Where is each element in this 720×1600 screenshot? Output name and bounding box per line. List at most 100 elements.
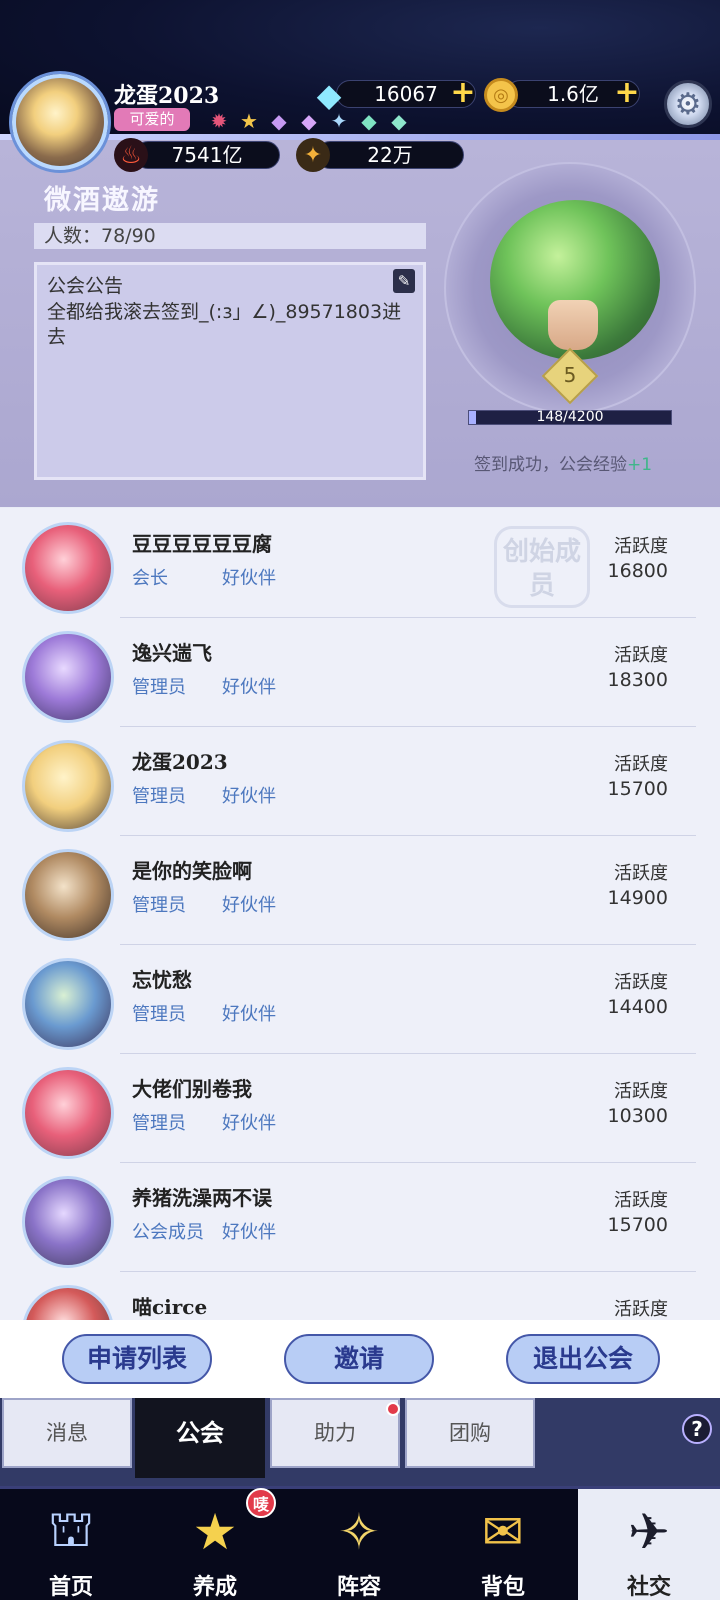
guild-member-count: 人数：78/90 — [34, 223, 426, 249]
activity-value: 15700 — [607, 778, 668, 800]
guild-emblem-stem — [548, 300, 598, 350]
guild-notice-text: 全都给我滚去签到_(:з」∠)_89571803进去 — [47, 301, 402, 348]
member-role: 管理员 — [132, 786, 186, 807]
member-avatar[interactable] — [22, 958, 114, 1050]
member-name: 大佬们别卷我 — [132, 1077, 252, 1101]
guild-notice-box: 公会公告 全都给我滚去签到_(:з」∠)_89571803进去 ✎ — [34, 262, 426, 480]
member-relation: 好伙伴 — [222, 1222, 276, 1243]
member-avatar[interactable] — [22, 740, 114, 832]
quit-guild-button[interactable]: 退出公会 — [506, 1334, 660, 1384]
member-avatar[interactable] — [22, 849, 114, 941]
paper-plane-figure-icon: ✈ — [628, 1503, 670, 1561]
member-name: 忘忧愁 — [132, 968, 192, 992]
member-name: 豆豆豆豆豆豆腐 — [132, 532, 272, 556]
social-subtab-bar: 消息 公会 助力 团购 — [0, 1398, 720, 1486]
member-relation: 好伙伴 — [222, 1113, 276, 1134]
signin-exp-gain: +1 — [627, 455, 653, 475]
settings-gear-icon[interactable]: ⚙ — [664, 80, 712, 128]
player-avatar[interactable] — [12, 74, 108, 170]
red-gem-icon: ✹ — [210, 109, 228, 133]
activity-value: 10300 — [607, 1105, 668, 1127]
guild-exp-text: 148/4200 — [536, 409, 604, 425]
guild-member-list[interactable]: 创始成员 豆豆豆豆豆豆腐 会长 好伙伴 活跃度 16800 逸兴遄飞 管理员 好… — [0, 508, 720, 1320]
nav-lineup-label: 阵容 — [336, 1574, 381, 1600]
achievement-gems: ✹ ★ ◆ ◆ ✦ ◆ ◆ — [206, 108, 412, 134]
add-coin-plus-icon[interactable]: + — [614, 78, 640, 108]
activity-label: 活跃度 — [614, 1190, 668, 1211]
nav-home-label: 首页 — [48, 1574, 93, 1600]
tab-group-buy[interactable]: 团购 — [405, 1398, 535, 1468]
edit-notice-pencil-icon[interactable]: ✎ — [393, 269, 415, 293]
member-relation: 好伙伴 — [222, 786, 276, 807]
member-row[interactable]: 喵circe 活跃度 — [0, 1271, 720, 1320]
member-avatar[interactable] — [22, 1285, 114, 1320]
nav-backpack-label: 背包 — [480, 1574, 525, 1600]
member-role: 公会成员 — [132, 1222, 204, 1243]
member-role: 管理员 — [132, 1113, 186, 1134]
guild-action-bar: 申请列表 邀请 退出公会 — [0, 1320, 720, 1398]
member-row[interactable]: 豆豆豆豆豆豆腐 会长 好伙伴 活跃度 16800 — [0, 508, 720, 618]
member-row[interactable]: 龙蛋2023 管理员 好伙伴 活跃度 15700 — [0, 726, 720, 836]
nav-home[interactable]: ⛫ 首页 — [0, 1489, 142, 1600]
member-name: 逸兴遄飞 — [132, 641, 212, 665]
fire-icon: ♨ — [114, 138, 148, 172]
activity-label: 活跃度 — [614, 1299, 668, 1320]
member-avatar[interactable] — [22, 1067, 114, 1159]
nav-cultivate-label: 养成 — [192, 1574, 237, 1600]
gold-star-icon: ★ — [240, 109, 258, 133]
activity-label: 活跃度 — [614, 863, 668, 884]
member-relation: 好伙伴 — [222, 568, 276, 589]
diamond-icon: ◆ — [316, 76, 342, 114]
activity-value: 14400 — [607, 996, 668, 1018]
activity-value: 15700 — [607, 1214, 668, 1236]
castle-icon: ⛫ — [48, 1499, 94, 1558]
signin-status: 签到成功，公会经验+1 — [474, 450, 652, 475]
activity-value: 16800 — [607, 560, 668, 582]
member-role: 会长 — [132, 568, 168, 589]
teal-gem-icon: ◆ — [391, 109, 407, 133]
member-name: 喵circe — [132, 1295, 208, 1319]
member-avatar[interactable] — [22, 522, 114, 614]
assist-notification-dot — [386, 1402, 400, 1416]
help-question-icon[interactable]: ? — [682, 1414, 712, 1444]
star-trophy-icon: ★ — [192, 1503, 238, 1561]
activity-label: 活跃度 — [614, 1081, 668, 1102]
title-badge: 可爱的 — [114, 108, 190, 131]
activity-label: 活跃度 — [614, 972, 668, 993]
member-row[interactable]: 大佬们别卷我 管理员 好伙伴 活跃度 10300 — [0, 1053, 720, 1163]
member-role: 管理员 — [132, 1004, 186, 1025]
tab-messages[interactable]: 消息 — [2, 1398, 132, 1468]
add-diamond-plus-icon[interactable]: + — [450, 78, 476, 108]
cultivate-badge: 唛 — [246, 1488, 276, 1518]
activity-value: 14900 — [607, 887, 668, 909]
activity-label: 活跃度 — [614, 754, 668, 775]
nav-backpack[interactable]: ✉ 背包 — [432, 1489, 574, 1600]
activity-label: 活跃度 — [614, 536, 668, 557]
apply-list-button[interactable]: 申请列表 — [62, 1334, 212, 1384]
member-relation: 好伙伴 — [222, 677, 276, 698]
member-avatar[interactable] — [22, 1176, 114, 1268]
member-role: 管理员 — [132, 895, 186, 916]
member-name: 龙蛋2023 — [132, 750, 228, 774]
nav-social[interactable]: ✈ 社交 — [578, 1489, 720, 1600]
invite-button[interactable]: 邀请 — [284, 1334, 434, 1384]
member-relation: 好伙伴 — [222, 1004, 276, 1025]
member-name: 是你的笑脸啊 — [132, 859, 252, 883]
signin-message: 签到成功，公会经验 — [474, 455, 627, 475]
compass-star-icon: ✧ — [338, 1503, 380, 1561]
member-row[interactable]: 忘忧愁 管理员 好伙伴 活跃度 14400 — [0, 944, 720, 1054]
envelope-bag-icon: ✉ — [482, 1503, 524, 1561]
member-row[interactable]: 养猪洗澡两不误 公会成员 好伙伴 活跃度 15700 — [0, 1162, 720, 1272]
member-row[interactable]: 逸兴遄飞 管理员 好伙伴 活跃度 18300 — [0, 617, 720, 727]
tab-assist[interactable]: 助力 — [270, 1398, 400, 1468]
nav-lineup[interactable]: ✧ 阵容 — [288, 1489, 430, 1600]
star-emblem-icon: ✦ — [296, 138, 330, 172]
guild-level: 5 — [563, 363, 577, 387]
teal-gem-icon: ◆ — [361, 109, 377, 133]
member-row[interactable]: 是你的笑脸啊 管理员 好伙伴 活跃度 14900 — [0, 835, 720, 945]
member-name: 养猪洗澡两不误 — [132, 1186, 272, 1210]
member-avatar[interactable] — [22, 631, 114, 723]
tab-guild[interactable]: 公会 — [135, 1398, 265, 1478]
member-role: 管理员 — [132, 677, 186, 698]
coin-icon: ◎ — [484, 78, 518, 112]
